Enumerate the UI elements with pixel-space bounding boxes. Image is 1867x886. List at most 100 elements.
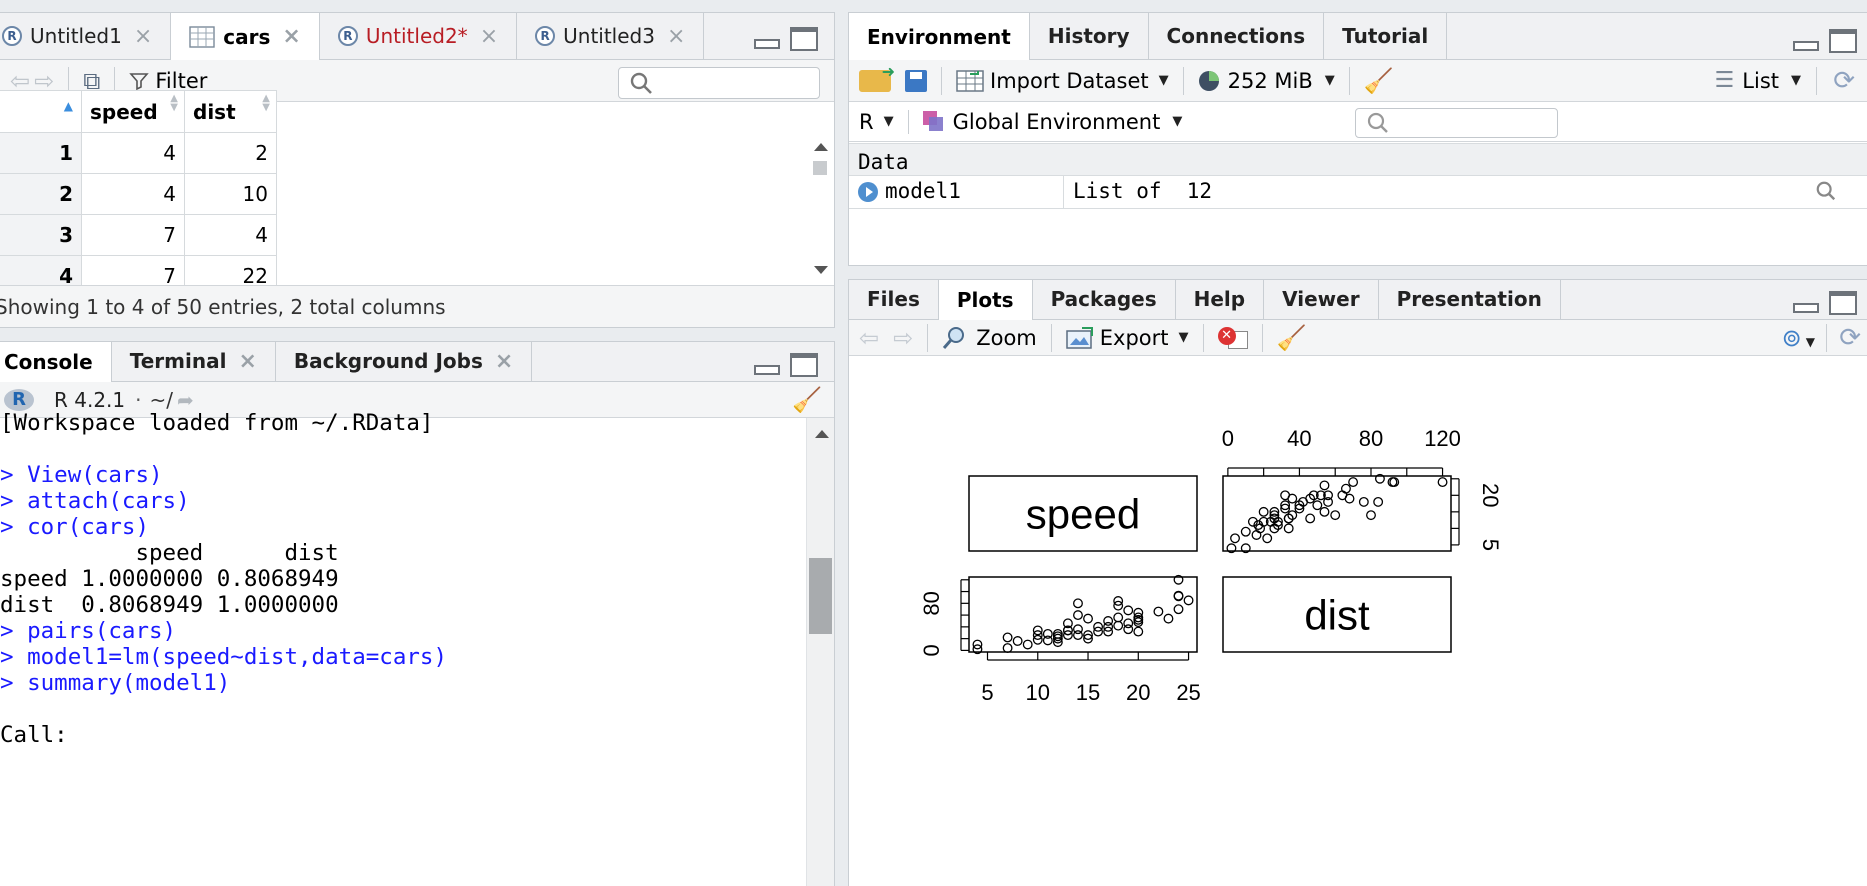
close-icon[interactable]: × xyxy=(480,24,498,49)
tab-viewer[interactable]: Viewer xyxy=(1264,280,1379,319)
console-scrollbar[interactable] xyxy=(806,418,834,886)
minimize-button[interactable] xyxy=(1793,41,1819,51)
tab-files[interactable]: Files xyxy=(849,280,939,319)
console-output-line: speed dist xyxy=(0,540,339,566)
close-icon[interactable]: × xyxy=(667,24,685,49)
scatter-point xyxy=(1163,613,1174,624)
tab-presentation[interactable]: Presentation xyxy=(1379,280,1561,319)
scatter-point xyxy=(1123,618,1134,629)
memory-usage-button[interactable]: 252 MiB ▼ xyxy=(1198,69,1335,93)
tab-label: Environment xyxy=(867,24,1011,49)
console-command-line: > cor(cars) xyxy=(0,514,150,540)
object-value: List of 12 xyxy=(1073,179,1213,203)
row-index-header[interactable]: ▲ xyxy=(0,90,82,133)
expand-object-icon[interactable] xyxy=(858,182,878,202)
remove-plot-icon[interactable]: ✕ xyxy=(1217,326,1248,349)
column-header-label: dist xyxy=(193,99,236,124)
scroll-down-arrow[interactable] xyxy=(814,266,828,274)
environment-scope-selector[interactable]: Global Environment ▼ xyxy=(922,110,1182,134)
maximize-button[interactable] xyxy=(790,27,818,51)
tab-cars[interactable]: cars × xyxy=(171,13,320,60)
maximize-button[interactable] xyxy=(1829,291,1857,315)
refresh-icon[interactable]: ⟳ xyxy=(1839,323,1861,353)
open-folder-icon[interactable]: ➜ xyxy=(859,62,895,92)
minimize-button[interactable] xyxy=(1793,303,1819,313)
tab-packages[interactable]: Packages xyxy=(1033,280,1176,319)
sort-icon: ▲ ▼ xyxy=(170,93,178,113)
next-plot-icon[interactable]: ⇨ xyxy=(893,326,913,350)
table-row[interactable]: 142 xyxy=(0,132,277,174)
close-icon[interactable]: × xyxy=(282,24,300,49)
scroll-up-arrow[interactable] xyxy=(814,143,828,151)
scatter-point xyxy=(1113,620,1124,631)
back-arrow-icon[interactable]: ⇦ xyxy=(10,69,30,93)
tab-help[interactable]: Help xyxy=(1176,280,1265,319)
working-directory[interactable]: ~/ xyxy=(150,388,174,412)
maximize-button[interactable] xyxy=(790,353,818,377)
view-object-search-icon[interactable] xyxy=(1815,180,1837,207)
r-script-icon: R xyxy=(2,25,26,46)
minimize-button[interactable] xyxy=(754,39,780,49)
clear-objects-broom-icon[interactable]: 🧹 xyxy=(1364,67,1394,95)
data-table-icon xyxy=(189,25,215,48)
tick-label: 80 xyxy=(1359,426,1383,451)
minimize-button[interactable] xyxy=(754,365,780,375)
toolbar-separator xyxy=(1816,66,1817,95)
table-row[interactable]: 2 4 10 xyxy=(0,173,277,215)
tab-connections[interactable]: Connections xyxy=(1149,13,1325,59)
zoom-button[interactable]: Zoom xyxy=(942,326,1037,350)
export-label: Export xyxy=(1099,325,1169,350)
tab-console[interactable]: Console xyxy=(0,342,112,382)
tab-environment[interactable]: Environment xyxy=(849,13,1030,60)
column-header-speed[interactable]: speed ▲ ▼ xyxy=(81,90,185,133)
import-dataset-button[interactable]: Import Dataset ▼ xyxy=(956,69,1169,93)
tab-history[interactable]: History xyxy=(1030,13,1149,59)
tab-label: Viewer xyxy=(1282,287,1360,311)
popout-window-icon[interactable]: ⧉ xyxy=(83,69,100,93)
scroll-thumb[interactable] xyxy=(809,558,832,634)
tick-label: 10 xyxy=(1026,680,1050,705)
console-output-line: [Workspace loaded from ~/.RData] xyxy=(0,410,434,436)
export-button[interactable]: Export ▼ xyxy=(1066,326,1189,350)
table-row[interactable]: 4 7 22 xyxy=(0,255,277,286)
clear-all-plots-broom-icon[interactable]: 🧹 xyxy=(1277,324,1307,352)
tab-plots[interactable]: Plots xyxy=(938,280,1033,320)
environment-search-input[interactable] xyxy=(1355,108,1558,138)
tab-terminal[interactable]: Terminal × xyxy=(112,342,276,381)
scatter-point xyxy=(1312,500,1323,511)
table-row[interactable]: 374 xyxy=(0,214,277,256)
console-tabbar: Console Terminal × Background Jobs × xyxy=(0,342,834,382)
plots-tabbar: Files Plots Packages Help Viewer Presentation xyxy=(849,280,1867,320)
go-to-directory-icon[interactable]: ➦ xyxy=(177,388,194,412)
tab-untitled2[interactable]: R Untitled2* × xyxy=(320,13,518,59)
language-selector[interactable]: R ▼ xyxy=(859,110,894,134)
save-workspace-icon[interactable] xyxy=(905,69,927,92)
close-icon[interactable]: × xyxy=(495,349,513,374)
view-mode-button[interactable]: ☰ List ▼ xyxy=(1715,68,1801,93)
environment-object[interactable]: model1 List of 12 xyxy=(849,176,1867,209)
memory-usage-label: 252 MiB xyxy=(1227,68,1313,93)
previous-plot-icon[interactable]: ⇦ xyxy=(859,326,879,350)
tab-label: Terminal xyxy=(129,349,227,373)
publish-icon[interactable]: ⊚ ▼ xyxy=(1782,324,1815,352)
filter-button[interactable]: Filter xyxy=(129,69,207,93)
r-script-icon: R xyxy=(337,25,362,46)
maximize-button[interactable] xyxy=(1829,29,1857,53)
refresh-icon[interactable]: ⟳ xyxy=(1833,66,1855,96)
forward-arrow-icon[interactable]: ⇨ xyxy=(34,69,54,93)
close-icon[interactable]: × xyxy=(238,349,256,374)
data-table-scrollbar[interactable] xyxy=(806,133,834,285)
console-output[interactable]: [Workspace loaded from ~/.RData] > View(c… xyxy=(0,410,804,886)
tab-tutorial[interactable]: Tutorial xyxy=(1324,13,1448,59)
close-icon[interactable]: × xyxy=(134,24,152,49)
source-window-buttons xyxy=(754,27,818,51)
scroll-thumb[interactable] xyxy=(813,161,827,175)
tab-label: Background Jobs xyxy=(293,349,483,373)
tab-untitled1[interactable]: R Untitled1 × xyxy=(0,13,172,59)
column-header-dist[interactable]: dist ▲ ▼ xyxy=(184,90,277,133)
tab-label: Untitled1 xyxy=(30,24,122,48)
tab-background-jobs[interactable]: Background Jobs × xyxy=(276,342,533,381)
scroll-up-arrow[interactable] xyxy=(815,430,829,438)
environment-object-row[interactable]: model1 List of 12 xyxy=(849,176,1867,209)
tab-untitled3[interactable]: R Untitled3 × xyxy=(517,13,705,59)
